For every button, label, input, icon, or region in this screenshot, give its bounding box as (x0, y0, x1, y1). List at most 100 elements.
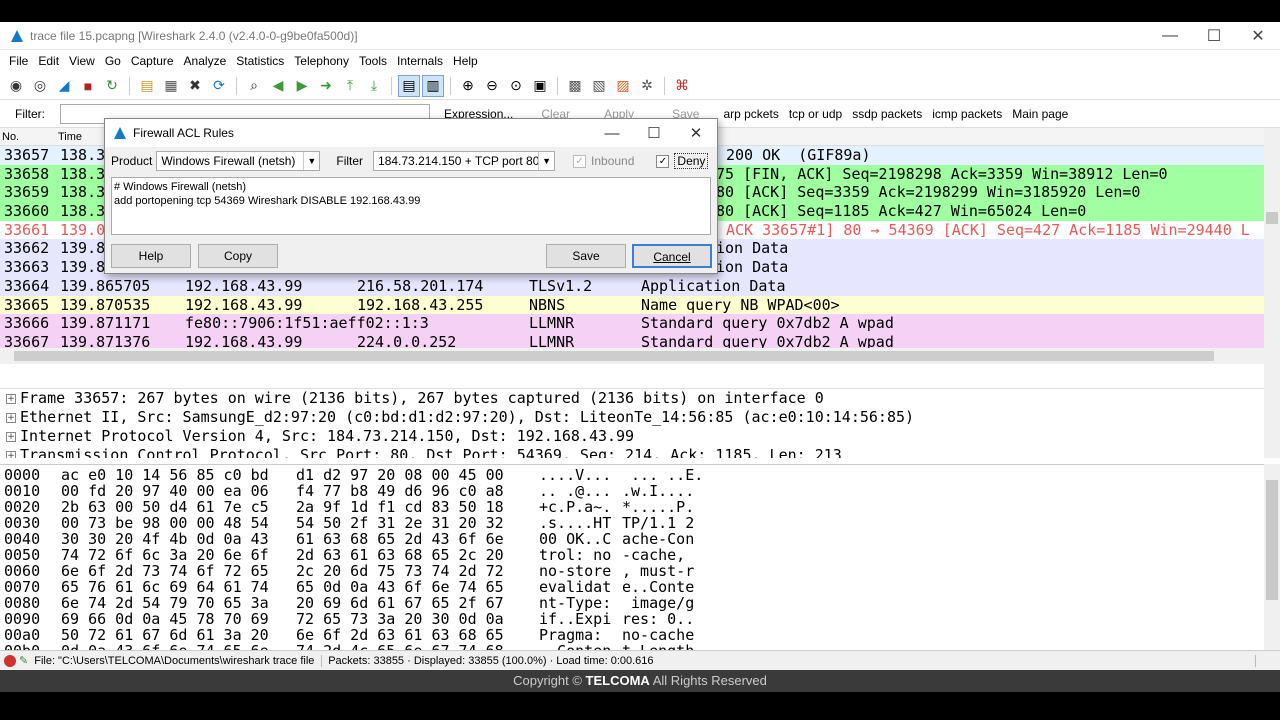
resize-columns-icon[interactable]: ▣ (529, 75, 551, 97)
ascii-group-1: Pragma: (539, 626, 612, 644)
bytes-row[interactable]: 0060 6e 6f 2d 73 74 6f 72 65 2c 20 6d 75 7… (0, 563, 1264, 579)
menu-item-help[interactable]: Help (448, 54, 483, 68)
expand-icon[interactable]: + (6, 412, 16, 423)
menu-item-telephony[interactable]: Telephony (289, 54, 354, 68)
menu-item-go[interactable]: Go (100, 54, 126, 68)
expand-icon[interactable]: + (6, 431, 16, 442)
packet-time: 139.8 (60, 239, 106, 258)
go-back-icon[interactable]: ◀ (267, 75, 289, 97)
product-select[interactable]: Windows Firewall (netsh) ▼ (156, 151, 321, 171)
details-scrollbar[interactable] (1264, 368, 1280, 458)
colorize-icon[interactable]: ▤ (398, 74, 420, 97)
normal-size-icon[interactable]: ⊙ (505, 75, 527, 97)
column-time[interactable]: Time (58, 131, 82, 143)
shortcut-main-page[interactable]: Main page (1012, 107, 1068, 121)
detail-tree-item[interactable]: + Frame 33657: 267 bytes on wire (2136 bi… (0, 389, 1264, 408)
packet-protocol: NBNS (529, 295, 566, 314)
packet-list-hscroll[interactable] (0, 348, 1264, 364)
dialog-close-icon[interactable]: ✕ (675, 124, 717, 142)
bytes-scrollbar[interactable] (1264, 464, 1280, 650)
detail-tree-item[interactable]: + Internet Protocol Version 4, Src: 184.7… (0, 427, 1264, 446)
dialog-maximize-icon[interactable]: ☐ (633, 124, 675, 142)
copy-button[interactable]: Copy (198, 244, 278, 268)
save-button[interactable]: Save (546, 244, 626, 268)
packet-no: 33663 (4, 258, 50, 277)
menu-item-capture[interactable]: Capture (126, 54, 179, 68)
go-to-packet-icon[interactable]: ➜ (315, 75, 337, 97)
bytes-row[interactable]: 0080 6e 74 2d 54 79 70 65 3a 20 69 6d 61 6… (0, 595, 1264, 611)
filter-select[interactable]: 184.73.214.150 + TCP port 80 ▼ (373, 151, 556, 171)
packet-row[interactable]: 33664 139.865705 192.168.43.99 216.58.201.1… (0, 276, 1264, 296)
bytes-row[interactable]: 0090 69 66 0d 0a 45 78 70 69 72 65 73 3a 2… (0, 611, 1264, 627)
packet-row[interactable]: 33665 139.870535 192.168.43.99 192.168.43.2… (0, 295, 1264, 315)
open-file-icon[interactable]: ▤ (136, 75, 158, 97)
bytes-row[interactable]: 0030 00 73 be 98 00 00 48 54 54 50 2f 31 2… (0, 515, 1264, 531)
expert-info-icon[interactable] (4, 654, 16, 667)
deny-checkbox[interactable]: ✓ Deny (656, 153, 709, 169)
menu-item-view[interactable]: View (64, 54, 100, 68)
detail-tree-item[interactable]: + Ethernet II, Src: SamsungE_d2:97:20 (c0… (0, 408, 1264, 427)
menu-item-edit[interactable]: Edit (33, 54, 64, 68)
packet-bytes[interactable]: 0000 ac e0 10 14 56 85 c0 bd d1 d2 97 20 0… (0, 464, 1264, 670)
expand-icon[interactable]: + (6, 393, 16, 404)
capture-options-icon[interactable]: ◎ (29, 75, 51, 97)
capture-comment-icon[interactable]: ✎ (19, 654, 28, 667)
help-icon[interactable]: ⌘ (671, 75, 693, 97)
expand-icon[interactable]: + (6, 450, 16, 458)
rule-text-area[interactable]: # Windows Firewall (netsh) add portopeni… (111, 177, 711, 235)
packet-time: 139.871171 (60, 314, 151, 333)
menu-item-file[interactable]: File (4, 54, 33, 68)
save-file-icon[interactable]: ▦ (160, 75, 182, 97)
maximize-icon[interactable]: ☐ (1192, 26, 1236, 46)
close-file-icon[interactable]: ✖ (184, 75, 206, 97)
bytes-row[interactable]: 0040 30 30 20 4f 4b 0d 0a 43 61 63 68 65 2… (0, 531, 1264, 547)
capture-filters-icon[interactable]: ▩ (564, 75, 586, 97)
stop-capture-icon[interactable]: ■ (77, 75, 99, 97)
help-button[interactable]: Help (111, 244, 191, 268)
display-filters-icon[interactable]: ▧ (588, 75, 610, 97)
hex-group-2: 2d 63 61 63 68 65 2c 20 (296, 546, 504, 564)
reload-icon[interactable]: ⟳ (208, 75, 230, 97)
close-icon[interactable]: ✕ (1236, 26, 1280, 46)
byte-offset: 00a0 (4, 626, 41, 644)
hex-group-2: d1 d2 97 20 08 00 45 00 (296, 466, 504, 484)
menu-item-analyze[interactable]: Analyze (179, 54, 232, 68)
shortcut-arp[interactable]: arp pckets (723, 107, 778, 121)
menu-item-internals[interactable]: Internals (392, 54, 448, 68)
packet-details[interactable]: + Frame 33657: 267 bytes on wire (2136 bi… (0, 388, 1264, 458)
restart-capture-icon[interactable]: ↻ (101, 75, 123, 97)
packet-time: 138.3 (60, 183, 106, 202)
packet-list-scrollbar[interactable] (1264, 128, 1280, 368)
shortcut-ssdp[interactable]: ssdp packets (852, 107, 922, 121)
go-forward-icon[interactable]: ▶ (291, 75, 313, 97)
minimize-icon[interactable]: — (1148, 27, 1192, 45)
autoscroll-icon[interactable]: ▥ (422, 74, 444, 97)
menu-item-statistics[interactable]: Statistics (231, 54, 289, 68)
bytes-row[interactable]: 0020 2b 63 00 50 d4 61 7e c5 2a 9f 1d f1 c… (0, 499, 1264, 515)
zoom-in-icon[interactable]: ⊕ (457, 75, 479, 97)
bytes-row[interactable]: 00a0 50 72 61 67 6d 61 3a 20 6e 6f 2d 63 6… (0, 627, 1264, 643)
interfaces-icon[interactable]: ◉ (5, 75, 27, 97)
menu-item-tools[interactable]: Tools (354, 54, 392, 68)
hex-group-2: 20 69 6d 61 67 65 2f 67 (296, 594, 504, 612)
bytes-row[interactable]: 0010 00 fd 20 97 40 00 ea 06 f4 77 b8 49 d… (0, 483, 1264, 499)
shortcut-icmp[interactable]: icmp packets (932, 107, 1002, 121)
find-packet-icon[interactable]: ⌕ (243, 75, 265, 97)
dialog-minimize-icon[interactable]: — (591, 125, 633, 142)
bytes-row[interactable]: 0000 ac e0 10 14 56 85 c0 bd d1 d2 97 20 0… (0, 467, 1264, 483)
coloring-rules-icon[interactable]: ▨ (612, 75, 634, 97)
column-no[interactable]: No. (2, 131, 19, 143)
preferences-icon[interactable]: ✲ (636, 75, 658, 97)
packet-info: 75 [FIN, ACK] Seq=2198298 Ack=3359 Win=3… (716, 164, 1168, 183)
cancel-button[interactable]: Cancel (632, 244, 712, 268)
last-packet-icon[interactable]: ⤓ (363, 75, 385, 97)
packet-row[interactable]: 33666 139.871171 fe80::7906:1f51:aeff02::1… (0, 314, 1264, 333)
detail-tree-item[interactable]: + Transmission Control Protocol, Src Port… (0, 446, 1264, 458)
bytes-row[interactable]: 0070 65 76 61 6c 69 64 61 74 65 0d 0a 43 6… (0, 579, 1264, 595)
inbound-checkbox[interactable]: ✓ Inbound (573, 154, 634, 168)
shortcut-tcp-udp[interactable]: tcp or udp (789, 107, 842, 121)
first-packet-icon[interactable]: ⤒ (339, 75, 361, 97)
zoom-out-icon[interactable]: ⊖ (481, 75, 503, 97)
bytes-row[interactable]: 0050 74 72 6f 6c 3a 20 6e 6f 2d 63 61 63 6… (0, 547, 1264, 563)
start-capture-icon[interactable]: ◢ (53, 75, 75, 97)
